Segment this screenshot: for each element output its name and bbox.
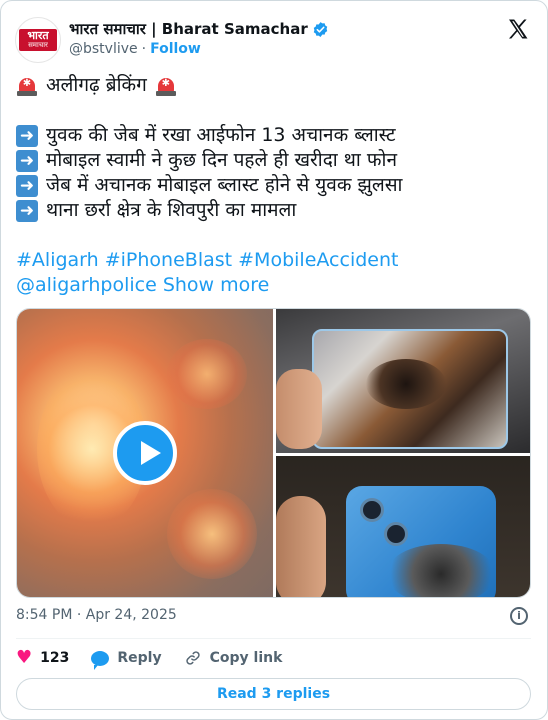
headline-text: अलीगढ़ ब्रेकिंग bbox=[46, 74, 147, 96]
right-arrow-icon: ➜ bbox=[16, 174, 38, 197]
bullet-text: जेब में अचानक मोबाइल ब्लास्ट होने से युव… bbox=[46, 174, 403, 196]
tweet-text: ✱ अलीगढ़ ब्रेकिंग ✱ ➜ युवक की जेब में रख… bbox=[16, 73, 536, 298]
photo-burnt-phone-interior[interactable] bbox=[276, 309, 530, 453]
show-more-link[interactable]: Show more bbox=[163, 273, 270, 298]
mention-line: @aligarhpolice Show more bbox=[16, 273, 536, 298]
bullet-text: मोबाइल स्वामी ने कुछ दिन पहले ही खरीदा थ… bbox=[46, 149, 397, 171]
copy-link-label: Copy link bbox=[209, 650, 283, 666]
copy-link-button[interactable]: Copy link bbox=[184, 649, 283, 667]
bullet-line: ➜ मोबाइल स्वामी ने कुछ दिन पहले ही खरीदा… bbox=[16, 148, 536, 173]
verified-badge-icon bbox=[313, 21, 327, 37]
avatar-logo: भारत समाचार bbox=[19, 29, 57, 51]
heart-icon: ♥ bbox=[16, 647, 33, 668]
video-thumbnail[interactable] bbox=[17, 309, 273, 597]
account-avatar[interactable]: भारत समाचार bbox=[15, 17, 61, 63]
handle-row: @bstvlive · Follow bbox=[69, 41, 201, 57]
info-icon[interactable]: i bbox=[510, 607, 528, 625]
bullet-text: थाना छर्रा क्षेत्र के शिवपुरी का मामला bbox=[46, 199, 297, 221]
account-handle[interactable]: @bstvlive bbox=[69, 41, 138, 57]
hashtag-links[interactable]: #Aligarh #iPhoneBlast #MobileAccident bbox=[16, 248, 398, 273]
read-replies-button[interactable]: Read 3 replies bbox=[16, 678, 531, 710]
siren-icon: ✱ bbox=[155, 76, 177, 96]
hashtags-line: #Aligarh #iPhoneBlast #MobileAccident bbox=[16, 248, 536, 273]
divider bbox=[16, 638, 531, 639]
headline-line: ✱ अलीगढ़ ब्रेकिंग ✱ bbox=[16, 73, 536, 98]
play-button[interactable] bbox=[113, 421, 177, 485]
right-arrow-icon: ➜ bbox=[16, 124, 38, 147]
avatar-logo-text-bottom: समाचार bbox=[28, 41, 48, 49]
like-count: 123 bbox=[40, 650, 70, 666]
bullet-text: युवक की जेब में रखा आईफोन 13 अचानक ब्लास… bbox=[46, 124, 396, 146]
timestamp[interactable]: 8:54 PM · Apr 24, 2025 bbox=[16, 607, 177, 623]
tweet-embed-card: भारत समाचार भारत समाचार | Bharat Samacha… bbox=[0, 0, 548, 720]
right-arrow-icon: ➜ bbox=[16, 199, 38, 222]
reply-button[interactable]: Reply bbox=[91, 650, 162, 670]
bullet-line: ➜ युवक की जेब में रखा आईफोन 13 अचानक ब्ल… bbox=[16, 123, 536, 148]
account-name-row: भारत समाचार | Bharat Samachar bbox=[69, 19, 329, 39]
action-bar: ♥ 123 Reply Copy link bbox=[16, 647, 304, 670]
bullet-line: ➜ थाना छर्रा क्षेत्र के शिवपुरी का मामला bbox=[16, 198, 536, 223]
reply-label: Reply bbox=[117, 650, 162, 666]
separator-dot: · bbox=[141, 41, 147, 57]
bullet-line: ➜ जेब में अचानक मोबाइल ब्लास्ट होने से य… bbox=[16, 173, 536, 198]
photo-burnt-phone-back[interactable] bbox=[276, 456, 530, 597]
mention-link[interactable]: @aligarhpolice bbox=[16, 273, 157, 298]
reply-bubble-icon bbox=[91, 650, 110, 670]
x-logo-icon[interactable] bbox=[506, 17, 530, 41]
media-grid bbox=[16, 308, 531, 598]
follow-button[interactable]: Follow bbox=[150, 41, 201, 57]
link-icon bbox=[185, 651, 200, 665]
display-name[interactable]: भारत समाचार | Bharat Samachar bbox=[69, 19, 308, 39]
like-button[interactable]: ♥ 123 bbox=[16, 649, 69, 667]
play-icon bbox=[141, 441, 161, 465]
right-arrow-icon: ➜ bbox=[16, 149, 38, 172]
siren-icon: ✱ bbox=[16, 76, 38, 96]
